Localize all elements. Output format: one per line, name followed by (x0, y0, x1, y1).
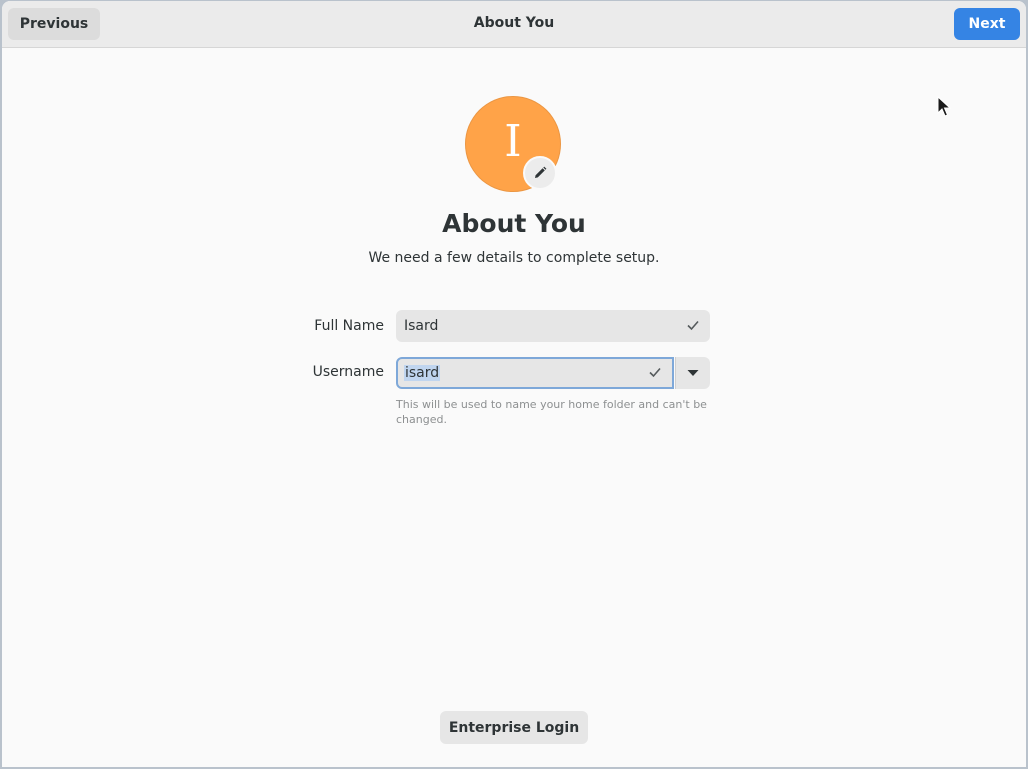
checkmark-icon (687, 320, 699, 331)
chevron-down-icon (687, 370, 699, 376)
header-bar: Previous About You Next (2, 1, 1026, 48)
avatar-edit-button[interactable] (523, 156, 557, 190)
checkmark-icon (649, 367, 661, 378)
window-title: About You (473, 15, 555, 31)
enterprise-login-button[interactable]: Enterprise Login (440, 711, 588, 744)
setup-window: Previous About You Next I About You We n… (2, 1, 1026, 767)
pencil-icon (535, 166, 547, 178)
username-label: Username (312, 364, 384, 380)
mouse-cursor-icon (937, 96, 951, 117)
username-value: isard (404, 365, 441, 381)
full-name-input[interactable]: Isard (396, 310, 710, 342)
full-name-label: Full Name (314, 318, 384, 334)
next-button[interactable]: Next (954, 8, 1020, 40)
username-suggestions-dropdown[interactable] (675, 357, 710, 389)
username-input[interactable]: isard (396, 357, 674, 389)
page-subtitle: We need a few details to complete setup. (368, 250, 660, 266)
full-name-value: Isard (404, 318, 439, 334)
username-hint: This will be used to name your home fold… (396, 398, 707, 426)
page-heading: About You (442, 209, 586, 238)
